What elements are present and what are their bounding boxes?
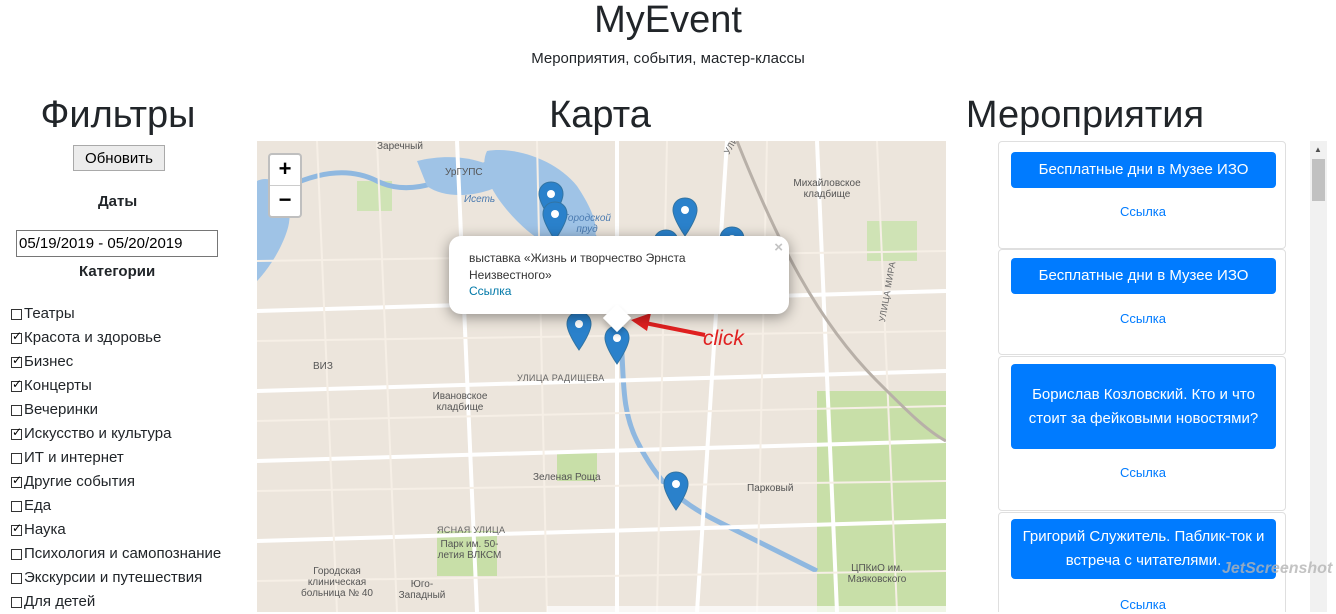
category-label: Экскурсии и путешествия xyxy=(24,569,203,586)
category-item[interactable]: Другие события xyxy=(11,470,221,494)
category-label: Театры xyxy=(24,305,75,322)
event-card: Борислав Козловский. Кто и что стоит за … xyxy=(998,356,1286,511)
map-marker[interactable] xyxy=(542,201,568,241)
category-item[interactable]: ИТ и интернет xyxy=(11,446,221,470)
map-label: Парковый xyxy=(747,483,794,494)
checkbox[interactable] xyxy=(11,452,22,464)
category-label: Концерты xyxy=(24,377,92,394)
event-link[interactable]: Ссылка xyxy=(999,311,1287,326)
event-title-button[interactable]: Борислав Козловский. Кто и что стоит за … xyxy=(1011,364,1276,449)
map-label: Исеть xyxy=(464,194,496,205)
event-link[interactable]: Ссылка xyxy=(999,597,1287,612)
checkbox[interactable] xyxy=(11,596,22,608)
popup-link[interactable]: Ссылка xyxy=(469,284,511,298)
checkbox[interactable] xyxy=(11,572,22,584)
checkbox[interactable] xyxy=(11,472,22,488)
zoom-in-button[interactable]: + xyxy=(270,155,300,186)
scroll-up-icon[interactable]: ▲ xyxy=(1314,145,1322,154)
map-heading: Карта xyxy=(549,94,651,136)
checkbox[interactable] xyxy=(11,404,22,416)
map-label: Михайловское кладбище xyxy=(793,178,861,200)
map-marker[interactable] xyxy=(663,471,689,511)
category-item[interactable]: Концерты xyxy=(11,374,221,398)
event-card: Бесплатные дни в Музее ИЗО Ссылка xyxy=(998,249,1286,355)
checkbox[interactable] xyxy=(11,548,22,560)
map-label: Парк им. 50-летия ВЛКСМ xyxy=(437,539,502,561)
event-link[interactable]: Ссылка xyxy=(999,465,1287,480)
scrollbar-thumb[interactable] xyxy=(1312,159,1325,201)
popup-text: выставка «Жизнь и творчество Эрнста Неиз… xyxy=(469,251,686,282)
category-item[interactable]: Искусство и культура xyxy=(11,422,221,446)
click-annotation: click xyxy=(703,327,744,350)
category-item[interactable]: Театры xyxy=(11,302,221,326)
annotation-arrow xyxy=(631,313,706,337)
category-item[interactable]: Психология и самопознание xyxy=(11,542,221,566)
checkbox[interactable] xyxy=(11,328,22,344)
category-label: Другие события xyxy=(24,473,135,490)
event-title-button[interactable]: Бесплатные дни в Музее ИЗО xyxy=(1011,258,1276,294)
category-item[interactable]: Экскурсии и путешествия xyxy=(11,566,221,590)
category-item[interactable]: Бизнес xyxy=(11,350,221,374)
events-heading: Мероприятия xyxy=(965,94,1205,136)
map-label: Юго-Западный xyxy=(398,579,446,601)
zoom-control: + − xyxy=(268,153,302,218)
map-view[interactable]: + − Заречный УрГУПС Исеть Городской пруд… xyxy=(257,141,946,612)
category-label: Вечеринки xyxy=(24,401,98,418)
map-label: УрГУПС xyxy=(445,167,483,178)
map-label: Ивановское кладбище xyxy=(432,391,488,413)
checkbox[interactable] xyxy=(11,376,22,392)
category-item[interactable]: Еда xyxy=(11,494,221,518)
category-item[interactable]: Вечеринки xyxy=(11,398,221,422)
event-card: Бесплатные дни в Музее ИЗО Ссылка xyxy=(998,141,1286,249)
category-list: Театры Красота и здоровье Бизнес Концерт… xyxy=(11,302,221,614)
events-scrollbar[interactable]: ▲ xyxy=(1310,141,1327,612)
category-label: ИТ и интернет xyxy=(24,449,124,466)
events-list[interactable]: Бесплатные дни в Музее ИЗО Ссылка Беспла… xyxy=(998,141,1290,612)
map-label: Зеленая Роща xyxy=(533,472,601,483)
category-label: Бизнес xyxy=(24,353,74,370)
map-label: УЛИЦА РАДИЩЕВА xyxy=(517,373,605,383)
popup-close-button[interactable]: × xyxy=(774,239,783,256)
map-label: ЦПКиО им. Маяковского xyxy=(847,563,907,585)
date-range-input[interactable] xyxy=(16,230,218,257)
map-label: ЯСНАЯ УЛИЦА xyxy=(437,525,506,535)
category-item[interactable]: Для детей xyxy=(11,590,221,614)
map-label: Городская клиническая больница № 40 xyxy=(301,566,373,599)
map-attribution xyxy=(547,606,946,612)
map-label: ВИЗ xyxy=(313,361,333,372)
category-label: Наука xyxy=(24,521,66,538)
checkbox[interactable] xyxy=(11,500,22,512)
category-label: Еда xyxy=(24,497,52,514)
category-item[interactable]: Наука xyxy=(11,518,221,542)
app-title: MyEvent xyxy=(594,0,742,41)
map-label: Заречный xyxy=(377,141,423,152)
filters-heading: Фильтры xyxy=(40,94,196,136)
refresh-button[interactable]: Обновить xyxy=(73,145,165,171)
zoom-out-button[interactable]: − xyxy=(270,186,300,216)
map-marker[interactable] xyxy=(566,311,592,351)
checkbox[interactable] xyxy=(11,352,22,368)
map-popup: выставка «Жизнь и творчество Эрнста Неиз… xyxy=(449,236,789,333)
dates-label: Даты xyxy=(98,193,138,210)
category-item[interactable]: Красота и здоровье xyxy=(11,326,221,350)
checkbox[interactable] xyxy=(11,308,22,320)
app-subtitle: Мероприятия, события, мастер-классы xyxy=(531,50,805,67)
category-label: Для детей xyxy=(24,593,96,610)
category-label: Искусство и культура xyxy=(24,425,172,442)
event-title-button[interactable]: Бесплатные дни в Музее ИЗО xyxy=(1011,152,1276,188)
watermark: JetScreenshot xyxy=(1222,560,1333,577)
category-label: Психология и самопознание xyxy=(24,545,222,562)
checkbox[interactable] xyxy=(11,520,22,536)
event-link[interactable]: Ссылка xyxy=(999,204,1287,219)
categories-label: Категории xyxy=(79,263,156,280)
category-label: Красота и здоровье xyxy=(24,329,162,346)
checkbox[interactable] xyxy=(11,424,22,440)
